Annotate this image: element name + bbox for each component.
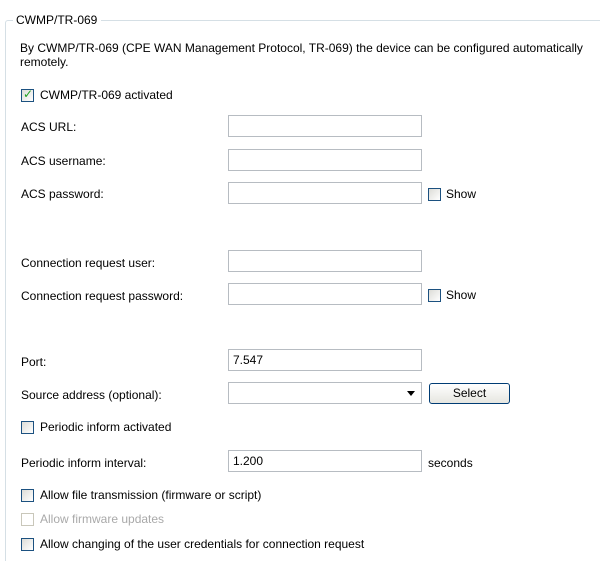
acs-password-show-label[interactable]: Show [446,186,476,202]
acs-password-input[interactable] [228,182,422,204]
description-text: By CWMP/TR-069 (CPE WAN Management Proto… [20,41,583,69]
allow-file-transmission-label[interactable]: Allow file transmission (firmware or scr… [40,487,261,503]
group-title: CWMP/TR-069 [13,12,102,28]
port-label: Port: [21,355,47,369]
chevron-down-icon[interactable] [407,391,415,396]
port-input[interactable]: 7.547 [228,349,422,371]
acs-password-label: ACS password: [21,187,104,201]
select-button[interactable]: Select [429,383,510,404]
source-address-select[interactable] [228,382,422,404]
acs-password-show-checkbox[interactable] [428,188,441,201]
allow-credentials-change-label[interactable]: Allow changing of the user credentials f… [40,536,364,552]
allow-file-transmission-checkbox[interactable] [21,489,34,502]
allow-firmware-updates-checkbox [21,513,34,526]
periodic-interval-input[interactable]: 1.200 [228,450,422,472]
periodic-interval-label: Periodic inform interval: [21,456,147,470]
allow-credentials-change-checkbox[interactable] [21,538,34,551]
allow-firmware-updates-label: Allow firmware updates [40,512,165,526]
acs-username-input[interactable] [228,149,422,171]
conn-password-label: Connection request password: [21,289,184,303]
acs-url-input[interactable] [228,115,422,137]
conn-user-input[interactable] [228,250,422,272]
conn-password-show-checkbox[interactable] [428,289,441,302]
acs-url-label: ACS URL: [21,120,77,134]
periodic-inform-label[interactable]: Periodic inform activated [40,419,171,435]
acs-username-label: ACS username: [21,154,106,168]
periodic-inform-checkbox[interactable] [21,421,34,434]
cwmp-activated-label[interactable]: CWMP/TR-069 activated [40,87,173,103]
periodic-interval-unit: seconds [428,456,473,470]
cwmp-activated-checkbox[interactable] [21,87,34,102]
conn-password-show-label[interactable]: Show [446,287,476,303]
conn-user-label: Connection request user: [21,256,156,270]
source-address-label: Source address (optional): [21,388,162,402]
conn-password-input[interactable] [228,283,422,305]
